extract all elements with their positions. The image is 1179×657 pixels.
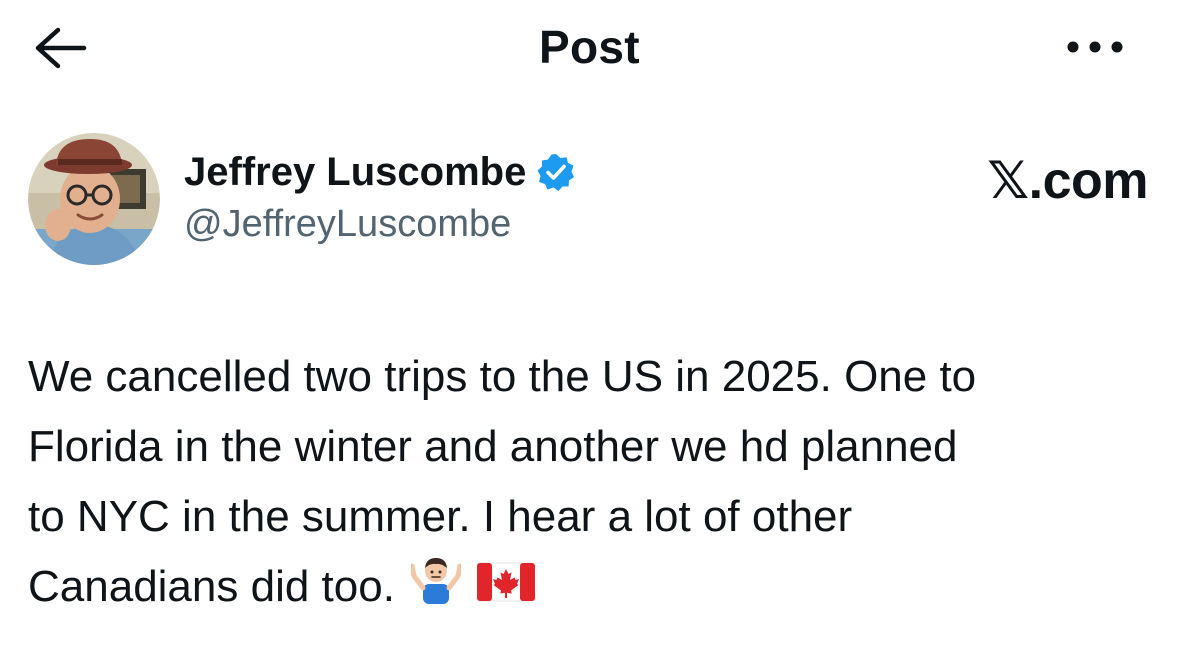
handle[interactable]: @JeffreyLuscombe — [184, 203, 576, 246]
post-line: to NYC in the summer. I hear a lot of ot… — [28, 492, 853, 541]
more-options-button[interactable] — [1060, 24, 1130, 70]
author-names: Jeffrey Luscombe @JeffreyLuscombe — [184, 147, 576, 246]
x-com-watermark: 𝕏.com — [987, 152, 1148, 210]
post-line-last: Canadians did too. — [28, 552, 1158, 625]
profile-photo — [28, 133, 160, 265]
post-line-text: Canadians did too. — [28, 562, 395, 611]
author-row: Jeffrey Luscombe @JeffreyLuscombe 𝕏.com — [28, 133, 1148, 268]
man-shrugging-icon — [409, 554, 463, 625]
more-horizontal-icon — [1067, 41, 1123, 53]
top-bar: Post — [0, 0, 1179, 96]
post-line: Florida in the winter and another we hd … — [28, 422, 958, 471]
display-name-row: Jeffrey Luscombe — [184, 147, 576, 197]
post-line: We cancelled two trips to the US in 2025… — [28, 352, 977, 401]
verified-badge-icon — [536, 152, 576, 192]
post-body: We cancelled two trips to the US in 2025… — [28, 342, 1158, 625]
page-title: Post — [539, 21, 640, 73]
display-name[interactable]: Jeffrey Luscombe — [184, 150, 526, 195]
avatar[interactable] — [28, 133, 160, 265]
canada-flag-icon — [476, 554, 536, 624]
